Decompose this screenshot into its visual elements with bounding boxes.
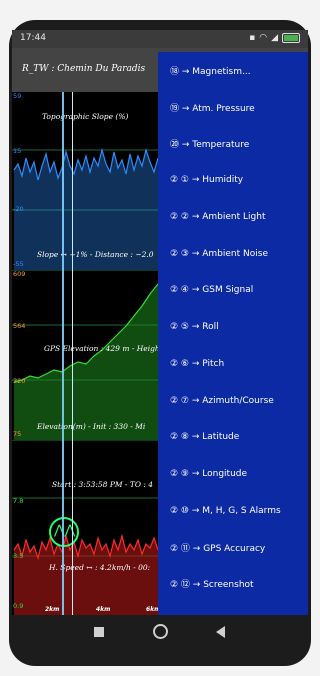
speed-xlabel: 4km bbox=[96, 606, 111, 613]
elevation-ylabel: 564 bbox=[13, 322, 26, 330]
screen: 17:44 ▪ ◠ ◢ R_TW : Chemin Du Paradis 59 … bbox=[12, 30, 308, 615]
menu-item-ambient-light[interactable]: ② ② → Ambient Light bbox=[158, 199, 308, 236]
menu-item-humidity[interactable]: ② ① → Humidity bbox=[158, 162, 308, 199]
app-title: R_TW : Chemin Du Paradis bbox=[22, 64, 146, 74]
elevation-ylabel-max: 609 bbox=[13, 270, 26, 278]
menu-item-magnetism[interactable]: ⑱ → Magnetism... bbox=[158, 52, 308, 89]
menu-item-temperature[interactable]: ⑳ → Temperature bbox=[158, 125, 308, 162]
back-icon[interactable] bbox=[216, 626, 225, 638]
menu-item-azimuth[interactable]: ② ⑦ → Azimuth/Course bbox=[158, 382, 308, 419]
slope-ylabel-min: -55 bbox=[13, 260, 24, 268]
menu-item-screenshot[interactable]: ② ⑫ → Screenshot bbox=[158, 566, 308, 603]
sensor-menu: ⑱ → Magnetism... ⑲ → Atm. Pressure ⑳ → T… bbox=[158, 52, 308, 615]
wifi-icon: ◠ bbox=[259, 33, 268, 43]
slope-ylabel: 15 bbox=[13, 147, 22, 155]
battery-icon bbox=[282, 33, 300, 43]
menu-item-ambient-noise[interactable]: ② ③ → Ambient Noise bbox=[158, 235, 308, 272]
elevation-ylabel-min: 75 bbox=[13, 430, 22, 438]
notification-icon: ▪ bbox=[249, 33, 256, 43]
menu-item-alarms[interactable]: ② ⑩ → M, H, G, S Alarms bbox=[158, 492, 308, 529]
speed-chart-title: Start : 3:53:58 PM - TO : 4 bbox=[52, 480, 154, 489]
menu-item-roll[interactable]: ② ⑤ → Roll bbox=[158, 309, 308, 346]
elevation-ylabel: 320 bbox=[13, 377, 26, 385]
speed-ylabel-min: 0.9 bbox=[13, 602, 24, 610]
system-nav-bar bbox=[12, 615, 308, 651]
crosshair-vertical-secondary bbox=[72, 92, 73, 615]
slope-chart-title: Topographic Slope (%) bbox=[42, 112, 129, 121]
signal-icon: ◢ bbox=[271, 33, 278, 43]
menu-item-pitch[interactable]: ② ⑥ → Pitch bbox=[158, 346, 308, 383]
menu-item-longitude[interactable]: ② ⑨ → Longitude bbox=[158, 456, 308, 493]
menu-item-gsm-signal[interactable]: ② ④ → GSM Signal bbox=[158, 272, 308, 309]
elevation-chart-subtitle: Elevation(m) - Init : 330 - Mi bbox=[37, 422, 146, 431]
speed-xlabel: 2km bbox=[45, 606, 60, 613]
elevation-series-area bbox=[14, 280, 162, 440]
crosshair-vertical[interactable] bbox=[62, 92, 64, 615]
home-icon[interactable] bbox=[153, 624, 168, 639]
menu-item-gps-accuracy[interactable]: ② ⑪ → GPS Accuracy bbox=[158, 529, 308, 566]
speed-chart-subtitle: H. Speed ↔ : 4.2km/h - 00: bbox=[49, 563, 151, 572]
status-icons: ▪ ◠ ◢ bbox=[249, 33, 300, 43]
speed-ylabel: 3.5 bbox=[13, 552, 24, 560]
recent-apps-icon[interactable] bbox=[94, 627, 104, 637]
slope-chart-subtitle: Slope ↔ +1% - Distance : ~2.0 bbox=[37, 250, 154, 259]
position-cursor[interactable]: ⋀⋀ bbox=[49, 517, 79, 547]
status-bar: 17:44 ▪ ◠ ◢ bbox=[12, 30, 308, 48]
menu-item-latitude[interactable]: ② ⑧ → Latitude bbox=[158, 419, 308, 456]
phone-frame: 17:44 ▪ ◠ ◢ R_TW : Chemin Du Paradis 59 … bbox=[0, 0, 320, 676]
status-time: 17:44 bbox=[20, 33, 46, 43]
menu-item-atm-pressure[interactable]: ⑲ → Atm. Pressure bbox=[158, 89, 308, 126]
slope-ylabel: -20 bbox=[13, 205, 24, 213]
speed-ylabel: 7.8 bbox=[13, 497, 24, 505]
slope-ylabel-max: 59 bbox=[13, 92, 22, 100]
